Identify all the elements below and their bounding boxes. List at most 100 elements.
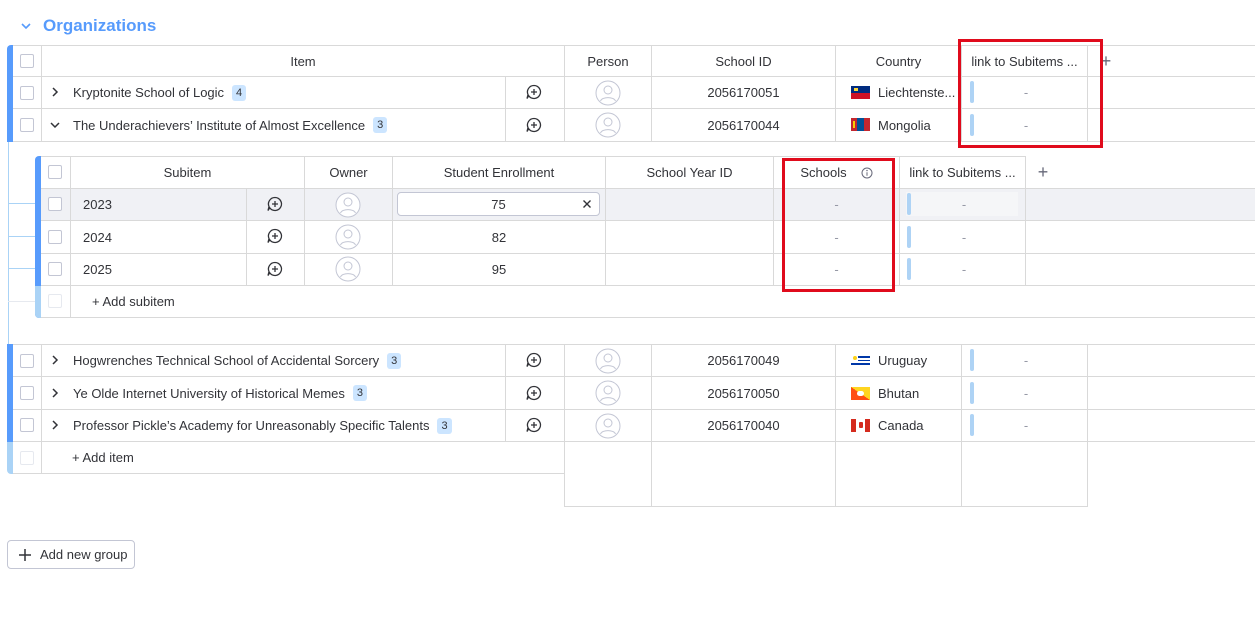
enrollment-input[interactable]: 75 <box>397 192 600 216</box>
item-name: Ye Olde Internet University of Historica… <box>73 385 345 401</box>
person-avatar-icon[interactable] <box>335 192 361 221</box>
column-header-subitem[interactable]: Subitem <box>71 157 304 188</box>
link-to-subitems-cell[interactable]: - <box>976 377 1076 409</box>
person-avatar-icon[interactable] <box>595 413 621 442</box>
column-header-student-enrollment[interactable]: Student Enrollment <box>393 157 605 188</box>
enrollment-cell[interactable]: 82 <box>393 221 605 253</box>
clear-icon[interactable] <box>581 198 593 210</box>
country-name[interactable]: Bhutan <box>878 377 958 409</box>
uruguay-flag-icon <box>851 354 870 367</box>
column-header-school-id[interactable]: School ID <box>652 46 835 76</box>
school-id-cell[interactable]: 2056170040 <box>652 410 835 441</box>
link-to-subitems-cell[interactable]: - <box>976 345 1076 376</box>
subitem-checkbox[interactable] <box>48 197 62 211</box>
column-header-item[interactable]: Item <box>42 46 564 76</box>
row-checkbox[interactable] <box>20 386 34 400</box>
highlight-link-to-subitems-column <box>958 39 1103 148</box>
person-avatar-icon[interactable] <box>595 348 621 377</box>
chevron-down-icon[interactable] <box>48 118 62 132</box>
row-checkbox[interactable] <box>20 86 34 100</box>
add-update-icon[interactable] <box>266 261 284 277</box>
subitem-link-cell[interactable]: - <box>913 254 1015 285</box>
subitem-connector <box>8 268 38 269</box>
add-update-icon[interactable] <box>525 117 543 133</box>
link-cell-indicator <box>970 414 974 436</box>
add-item-button[interactable]: + Add item <box>72 442 272 473</box>
item-name-cell[interactable]: The Underachievers’ Institute of Almost … <box>73 109 503 141</box>
select-all-checkbox[interactable] <box>20 54 34 68</box>
country-name[interactable]: Liechtenste... <box>878 77 958 108</box>
subitems-accent-bar-add-row <box>35 286 41 318</box>
country-name[interactable]: Mongolia <box>878 109 958 141</box>
plus-icon <box>18 548 32 562</box>
item-name-cell[interactable]: Ye Olde Internet University of Historica… <box>73 377 503 409</box>
link-to-subitems-cell[interactable]: - <box>976 410 1076 441</box>
item-name-cell[interactable]: Kryptonite School of Logic 4 <box>73 77 503 108</box>
country-name[interactable]: Canada <box>878 410 958 441</box>
column-header-owner[interactable]: Owner <box>305 157 392 188</box>
subitem-name[interactable]: 2025 <box>83 254 243 285</box>
school-id-cell[interactable]: 2056170049 <box>652 345 835 376</box>
add-subitem-checkbox-placeholder <box>48 294 62 308</box>
chevron-right-icon[interactable] <box>48 85 62 99</box>
link-cell-indicator <box>907 193 911 215</box>
item-name-cell[interactable]: Hogwrenches Technical School of Accident… <box>73 345 503 376</box>
subitem-count-badge[interactable]: 4 <box>232 84 247 101</box>
person-avatar-icon[interactable] <box>335 256 361 285</box>
item-name-cell[interactable]: Professor Pickle’s Academy for Unreasona… <box>73 410 503 441</box>
grid-line <box>961 344 962 507</box>
group-collapse-chevron-icon[interactable] <box>18 18 34 34</box>
item-name: Hogwrenches Technical School of Accident… <box>73 353 380 368</box>
add-update-icon[interactable] <box>266 228 284 244</box>
subitem-count-badge[interactable]: 3 <box>437 417 452 434</box>
group-color-bar-add-row <box>7 442 13 474</box>
add-new-group-button[interactable]: Add new group <box>7 540 135 569</box>
add-update-icon[interactable] <box>266 196 284 212</box>
grid-line <box>246 188 247 285</box>
person-avatar-icon[interactable] <box>335 224 361 253</box>
country-name[interactable]: Uruguay <box>878 345 958 376</box>
subitem-checkbox[interactable] <box>48 262 62 276</box>
chevron-right-icon[interactable] <box>48 418 62 432</box>
person-avatar-icon[interactable] <box>595 112 621 141</box>
item-name: Professor Pickle’s Academy for Unreasona… <box>73 418 430 433</box>
add-subitem-column-plus-icon[interactable]: + <box>1033 157 1053 188</box>
row-checkbox[interactable] <box>20 418 34 432</box>
add-update-icon[interactable] <box>525 84 543 100</box>
subitem-count-badge[interactable]: 3 <box>387 352 402 369</box>
row-checkbox[interactable] <box>20 118 34 132</box>
column-header-country[interactable]: Country <box>836 46 961 76</box>
add-subitem-button[interactable]: + Add subitem <box>92 286 292 317</box>
school-id-cell[interactable]: 2056170051 <box>652 77 835 108</box>
item-name: The Underachievers’ Institute of Almost … <box>73 117 366 133</box>
school-id-cell[interactable]: 2056170044 <box>652 109 835 141</box>
add-update-icon[interactable] <box>525 352 543 368</box>
highlight-schools-column <box>782 158 895 292</box>
subitem-name[interactable]: 2024 <box>83 221 243 253</box>
subitem-link-cell[interactable]: - <box>913 221 1015 253</box>
link-cell-indicator <box>907 226 911 248</box>
column-header-subitems-link[interactable]: link to Subitems ... <box>900 157 1025 188</box>
subitem-link-cell[interactable]: - <box>913 189 1015 220</box>
person-avatar-icon[interactable] <box>595 80 621 109</box>
subitem-checkbox[interactable] <box>48 230 62 244</box>
add-update-icon[interactable] <box>525 385 543 401</box>
column-header-person[interactable]: Person <box>565 46 651 76</box>
subitem-connector <box>8 301 38 302</box>
subitem-count-badge[interactable]: 3 <box>373 117 388 133</box>
subitem-name[interactable]: 2023 <box>83 189 243 220</box>
group-title[interactable]: Organizations <box>43 16 156 36</box>
select-all-subitems-checkbox[interactable] <box>48 165 62 179</box>
row-checkbox[interactable] <box>20 354 34 368</box>
school-id-cell[interactable]: 2056170050 <box>652 377 835 409</box>
grid-line <box>565 506 1087 507</box>
add-new-group-label: Add new group <box>40 547 128 562</box>
person-avatar-icon[interactable] <box>595 380 621 409</box>
column-header-school-year-id[interactable]: School Year ID <box>606 157 773 188</box>
chevron-right-icon[interactable] <box>48 386 62 400</box>
grid-line <box>505 344 506 442</box>
add-update-icon[interactable] <box>525 417 543 433</box>
chevron-right-icon[interactable] <box>48 353 62 367</box>
subitem-count-badge[interactable]: 3 <box>352 385 368 401</box>
enrollment-cell[interactable]: 95 <box>393 254 605 285</box>
